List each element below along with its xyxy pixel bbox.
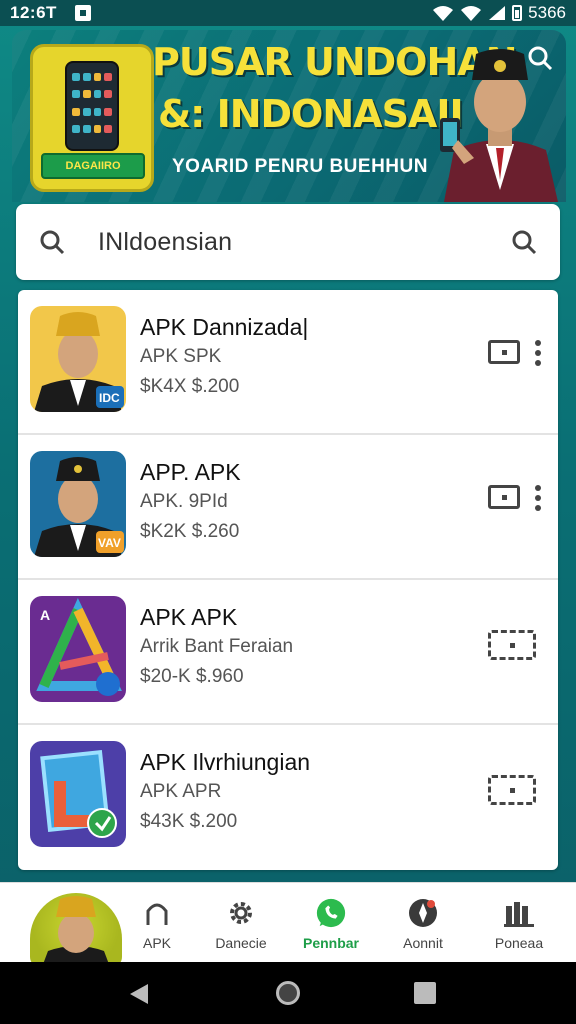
app-badge: VAV: [98, 536, 121, 550]
nav-label: Pennbar: [302, 935, 359, 951]
home-button-icon[interactable]: [276, 981, 300, 1005]
status-bar: 12:6T 5366: [0, 0, 576, 26]
more-options-icon[interactable]: [534, 340, 542, 366]
app-icon: VAV: [30, 451, 126, 557]
nav-item-apk[interactable]: APK: [112, 897, 202, 955]
search-input[interactable]: INldoensian: [98, 228, 510, 257]
banner-search-icon[interactable]: [526, 44, 554, 72]
app-icon: IDC: [30, 306, 126, 412]
ticket-icon[interactable]: [488, 775, 536, 805]
profile-avatar[interactable]: [30, 893, 122, 967]
phone-illustration: DAGAIIRO: [30, 44, 154, 192]
banner-title-line2: &: INDONASAII: [158, 92, 464, 136]
wifi-icon-2: [461, 6, 482, 21]
list-item[interactable]: APK Ilvrhiungian APK APR $43K $.200: [18, 725, 558, 870]
app-name: APP. APK: [140, 459, 241, 485]
app-subtitle: APK SPK: [140, 346, 222, 367]
wifi-icon: [433, 6, 454, 21]
gear-icon: [225, 897, 257, 929]
nav-label: Aonnit: [403, 935, 443, 951]
system-navigation-bar: [0, 962, 576, 1024]
nav-label: APK: [142, 935, 171, 951]
more-options-icon[interactable]: [534, 485, 542, 511]
nav-item-poneaa[interactable]: Poneaa: [474, 897, 564, 955]
app-name: APK APK: [140, 604, 238, 630]
battery-icon: [512, 5, 523, 21]
nav-item-aonnit[interactable]: Aonnit: [378, 897, 468, 955]
search-icon: [40, 230, 65, 255]
download-icon[interactable]: [488, 340, 520, 364]
app-name: APK Ilvrhiungian: [140, 749, 311, 775]
app-icon: A: [30, 596, 126, 702]
app-price: $20-K $.960: [140, 666, 244, 687]
notification-icon: [74, 5, 91, 21]
signal-icon: [489, 6, 506, 20]
download-badge: DAGAIIRO: [41, 153, 145, 179]
ticket-icon[interactable]: [488, 630, 536, 660]
app-subtitle: APK. 9PId: [140, 491, 228, 512]
promo-banner[interactable]: DAGAIIRO PUSAR UNDOHAN &: INDONASAII YOA…: [12, 30, 566, 202]
back-icon[interactable]: [128, 982, 150, 1006]
search-submit-icon[interactable]: [510, 228, 538, 256]
compass-icon: [407, 897, 439, 929]
svg-text:A: A: [40, 607, 50, 623]
home-icon: [141, 897, 173, 929]
search-bar[interactable]: INldoensian: [16, 204, 560, 280]
status-right-text: 5366: [528, 3, 566, 22]
app-subtitle: APK APR: [140, 781, 222, 802]
app-badge: IDC: [99, 391, 120, 405]
app-icon: [30, 741, 126, 847]
app-list: IDC APK Dannizada| APK SPK $K4X $.200 VA…: [18, 290, 558, 870]
status-time: 12:6T: [10, 3, 57, 22]
list-item[interactable]: VAV APP. APK APK. 9PId $K2K $.260: [18, 435, 558, 580]
banner-subtitle: YOARID PENRU BUEHHUN: [172, 156, 428, 177]
nav-item-danecie[interactable]: Danecie: [196, 897, 286, 955]
nav-label: Poneaa: [494, 935, 544, 951]
nav-label: Danecie: [215, 935, 267, 951]
app-price: $K2K $.260: [140, 521, 240, 542]
list-item[interactable]: IDC APK Dannizada| APK SPK $K4X $.200: [18, 290, 558, 435]
recent-apps-icon[interactable]: [414, 982, 436, 1004]
app-price: $K4X $.200: [140, 376, 240, 397]
app-subtitle: Arrik Bant Feraian: [140, 636, 294, 657]
list-item[interactable]: A APK APK Arrik Bant Feraian $20-K $.960: [18, 580, 558, 725]
bottom-navigation: APK Danecie Pennbar Aonnit Poneaa: [0, 882, 576, 967]
app-price: $43K $.200: [140, 811, 238, 832]
books-icon: [503, 897, 535, 929]
app-name: APK Dannizada|: [140, 314, 309, 340]
whatsapp-icon: [315, 897, 347, 929]
download-icon[interactable]: [488, 485, 520, 509]
nav-item-pennbar[interactable]: Pennbar: [286, 897, 376, 955]
